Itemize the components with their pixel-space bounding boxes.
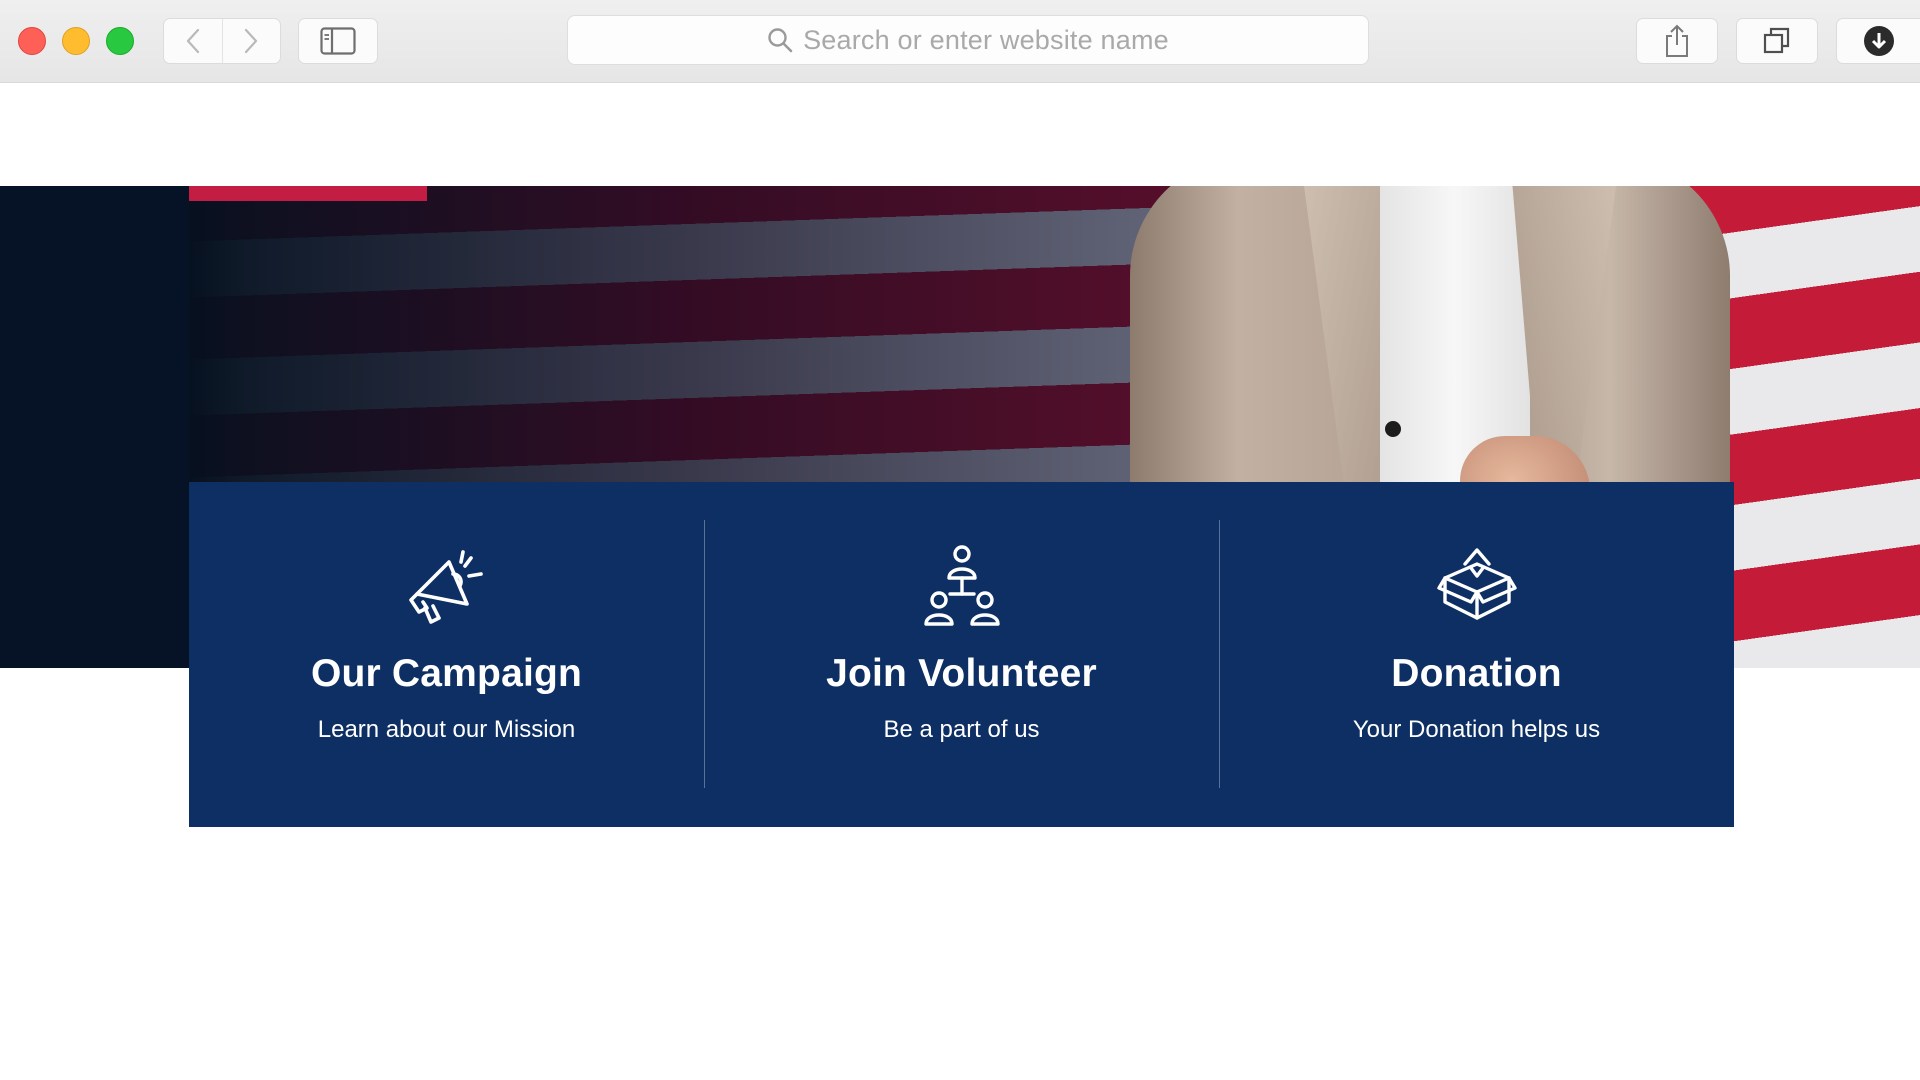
sidebar-toggle-button[interactable] [298,18,378,64]
close-window-button[interactable] [18,27,46,55]
forward-icon [245,28,258,54]
feature-title: Donation [1391,652,1562,695]
hero-dark-band [0,186,189,668]
sidebar-icon [320,27,356,55]
features-panel: Our Campaign Learn about our Mission Joi… [189,482,1734,827]
tab-overview-button[interactable] [1736,18,1818,64]
address-bar[interactable]: Search or enter website name [567,15,1369,65]
feature-title: Join Volunteer [826,652,1097,695]
forward-button[interactable] [221,19,281,63]
megaphone-icon [405,544,489,628]
feature-subtitle: Be a part of us [883,716,1040,743]
feature-card-donation[interactable]: Donation Your Donation helps us [1219,482,1734,827]
tabs-icon [1763,27,1790,54]
donation-box-icon [1435,544,1519,628]
feature-card-campaign[interactable]: Our Campaign Learn about our Mission [189,482,704,827]
downloads-button[interactable] [1836,18,1920,64]
feature-subtitle: Your Donation helps us [1352,716,1601,743]
share-icon [1666,24,1688,57]
feature-card-volunteer[interactable]: Join Volunteer Be a part of us [704,482,1219,827]
address-placeholder: Search or enter website name [803,24,1169,55]
download-icon [1863,26,1894,56]
search-icon [768,28,793,53]
people-network-icon [920,544,1004,628]
share-button[interactable] [1636,18,1718,64]
feature-title: Our Campaign [310,652,583,695]
back-icon [186,28,199,54]
accent-bar [189,186,427,201]
navigation-buttons [163,18,281,64]
browser-toolbar: Search or enter website name [0,0,1920,83]
feature-subtitle: Learn about our Mission [317,716,576,743]
minimize-window-button[interactable] [62,27,90,55]
back-button[interactable] [164,19,222,63]
zoom-window-button[interactable] [106,27,134,55]
